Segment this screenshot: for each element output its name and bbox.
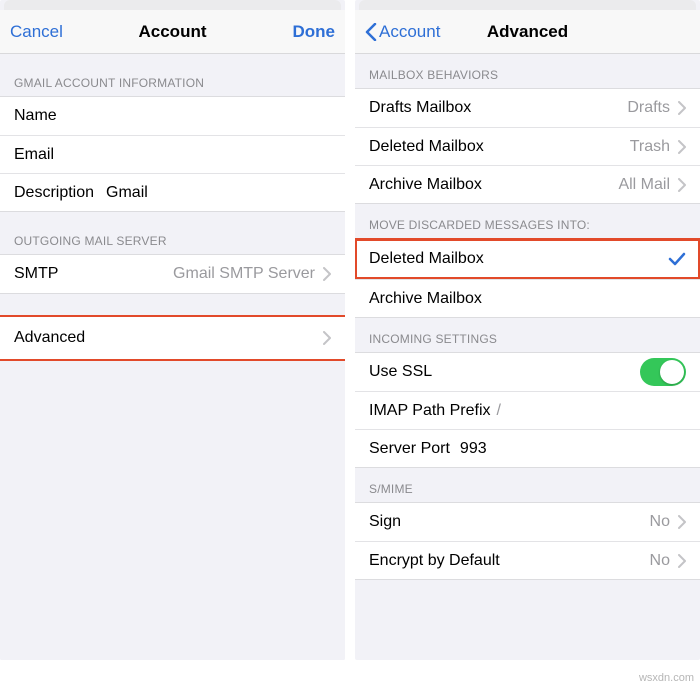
chevron-right-icon	[323, 331, 331, 345]
deleted-mailbox-value: Trash	[630, 138, 670, 156]
chevron-left-icon	[365, 23, 377, 41]
sign-row[interactable]: Sign No	[355, 503, 700, 541]
mailbox-behaviors-group: Drafts Mailbox Drafts Deleted Mailbox Tr…	[355, 88, 700, 204]
use-ssl-row: Use SSL	[355, 353, 700, 391]
description-row[interactable]: Description Gmail	[0, 173, 345, 211]
discard-deleted-label: Deleted Mailbox	[369, 250, 484, 268]
account-info-group: Name Email Description Gmail	[0, 96, 345, 212]
discard-group: Deleted Mailbox Archive Mailbox	[355, 238, 700, 318]
section-header-account-info: GMAIL ACCOUNT INFORMATION	[0, 54, 345, 96]
description-label: Description	[14, 184, 94, 202]
discard-deleted-row[interactable]: Deleted Mailbox	[355, 239, 700, 279]
sheet-notch	[359, 0, 696, 10]
incoming-group: Use SSL IMAP Path Prefix / Server Port 9…	[355, 352, 700, 468]
deleted-mailbox-label: Deleted Mailbox	[369, 138, 484, 156]
chevron-right-icon	[678, 101, 686, 115]
drafts-mailbox-label: Drafts Mailbox	[369, 99, 471, 117]
description-value: Gmail	[106, 184, 148, 202]
sign-label: Sign	[369, 513, 401, 531]
section-header-discard: MOVE DISCARDED MESSAGES INTO:	[355, 204, 700, 238]
back-label: Account	[379, 22, 440, 42]
cancel-button[interactable]: Cancel	[10, 22, 63, 42]
drafts-mailbox-row[interactable]: Drafts Mailbox Drafts	[355, 89, 700, 127]
checkmark-icon	[668, 252, 686, 266]
name-row[interactable]: Name	[0, 97, 345, 135]
empty-area	[355, 580, 700, 640]
watermark: wsxdn.com	[639, 672, 694, 684]
smtp-value: Gmail SMTP Server	[173, 265, 315, 283]
navbar: Account Advanced	[355, 10, 700, 54]
deleted-mailbox-row[interactable]: Deleted Mailbox Trash	[355, 127, 700, 165]
encrypt-value: No	[650, 552, 670, 570]
use-ssl-label: Use SSL	[369, 363, 432, 381]
encrypt-label: Encrypt by Default	[369, 552, 500, 570]
account-screen: Cancel Account Done GMAIL ACCOUNT INFORM…	[0, 0, 345, 660]
sheet-notch	[4, 0, 341, 10]
archive-mailbox-label: Archive Mailbox	[369, 176, 482, 194]
advanced-row[interactable]: Advanced	[0, 317, 345, 359]
imap-prefix-label: IMAP Path Prefix	[369, 402, 491, 420]
smtp-label: SMTP	[14, 265, 58, 283]
server-port-row[interactable]: Server Port 993	[355, 429, 700, 467]
drafts-mailbox-value: Drafts	[627, 99, 670, 117]
navbar: Cancel Account Done	[0, 10, 345, 54]
sign-value: No	[650, 513, 670, 531]
name-label: Name	[14, 107, 57, 125]
section-header-outgoing: OUTGOING MAIL SERVER	[0, 212, 345, 254]
chevron-right-icon	[678, 140, 686, 154]
imap-prefix-row[interactable]: IMAP Path Prefix /	[355, 391, 700, 429]
outgoing-group: SMTP Gmail SMTP Server	[0, 254, 345, 294]
advanced-screen: Account Advanced MAILBOX BEHAVIORS Draft…	[355, 0, 700, 660]
chevron-right-icon	[323, 267, 331, 281]
section-header-incoming: INCOMING SETTINGS	[355, 318, 700, 352]
done-button[interactable]: Done	[293, 22, 336, 42]
server-port-value: 993	[460, 440, 487, 458]
encrypt-row[interactable]: Encrypt by Default No	[355, 541, 700, 579]
email-row[interactable]: Email	[0, 135, 345, 173]
use-ssl-toggle[interactable]	[640, 358, 686, 386]
imap-prefix-value: /	[497, 402, 501, 420]
server-port-label: Server Port	[369, 440, 450, 458]
back-button[interactable]: Account	[365, 22, 440, 42]
smime-group: Sign No Encrypt by Default No	[355, 502, 700, 580]
advanced-group: Advanced	[0, 316, 345, 360]
chevron-right-icon	[678, 515, 686, 529]
archive-mailbox-row[interactable]: Archive Mailbox All Mail	[355, 165, 700, 203]
discard-archive-label: Archive Mailbox	[369, 290, 482, 308]
archive-mailbox-value: All Mail	[618, 176, 670, 194]
email-label: Email	[14, 146, 54, 164]
advanced-label: Advanced	[14, 329, 85, 347]
section-header-mailbox: MAILBOX BEHAVIORS	[355, 54, 700, 88]
chevron-right-icon	[678, 554, 686, 568]
discard-archive-row[interactable]: Archive Mailbox	[355, 279, 700, 317]
smtp-row[interactable]: SMTP Gmail SMTP Server	[0, 255, 345, 293]
section-header-smime: S/MIME	[355, 468, 700, 502]
empty-area	[0, 360, 345, 660]
chevron-right-icon	[678, 178, 686, 192]
